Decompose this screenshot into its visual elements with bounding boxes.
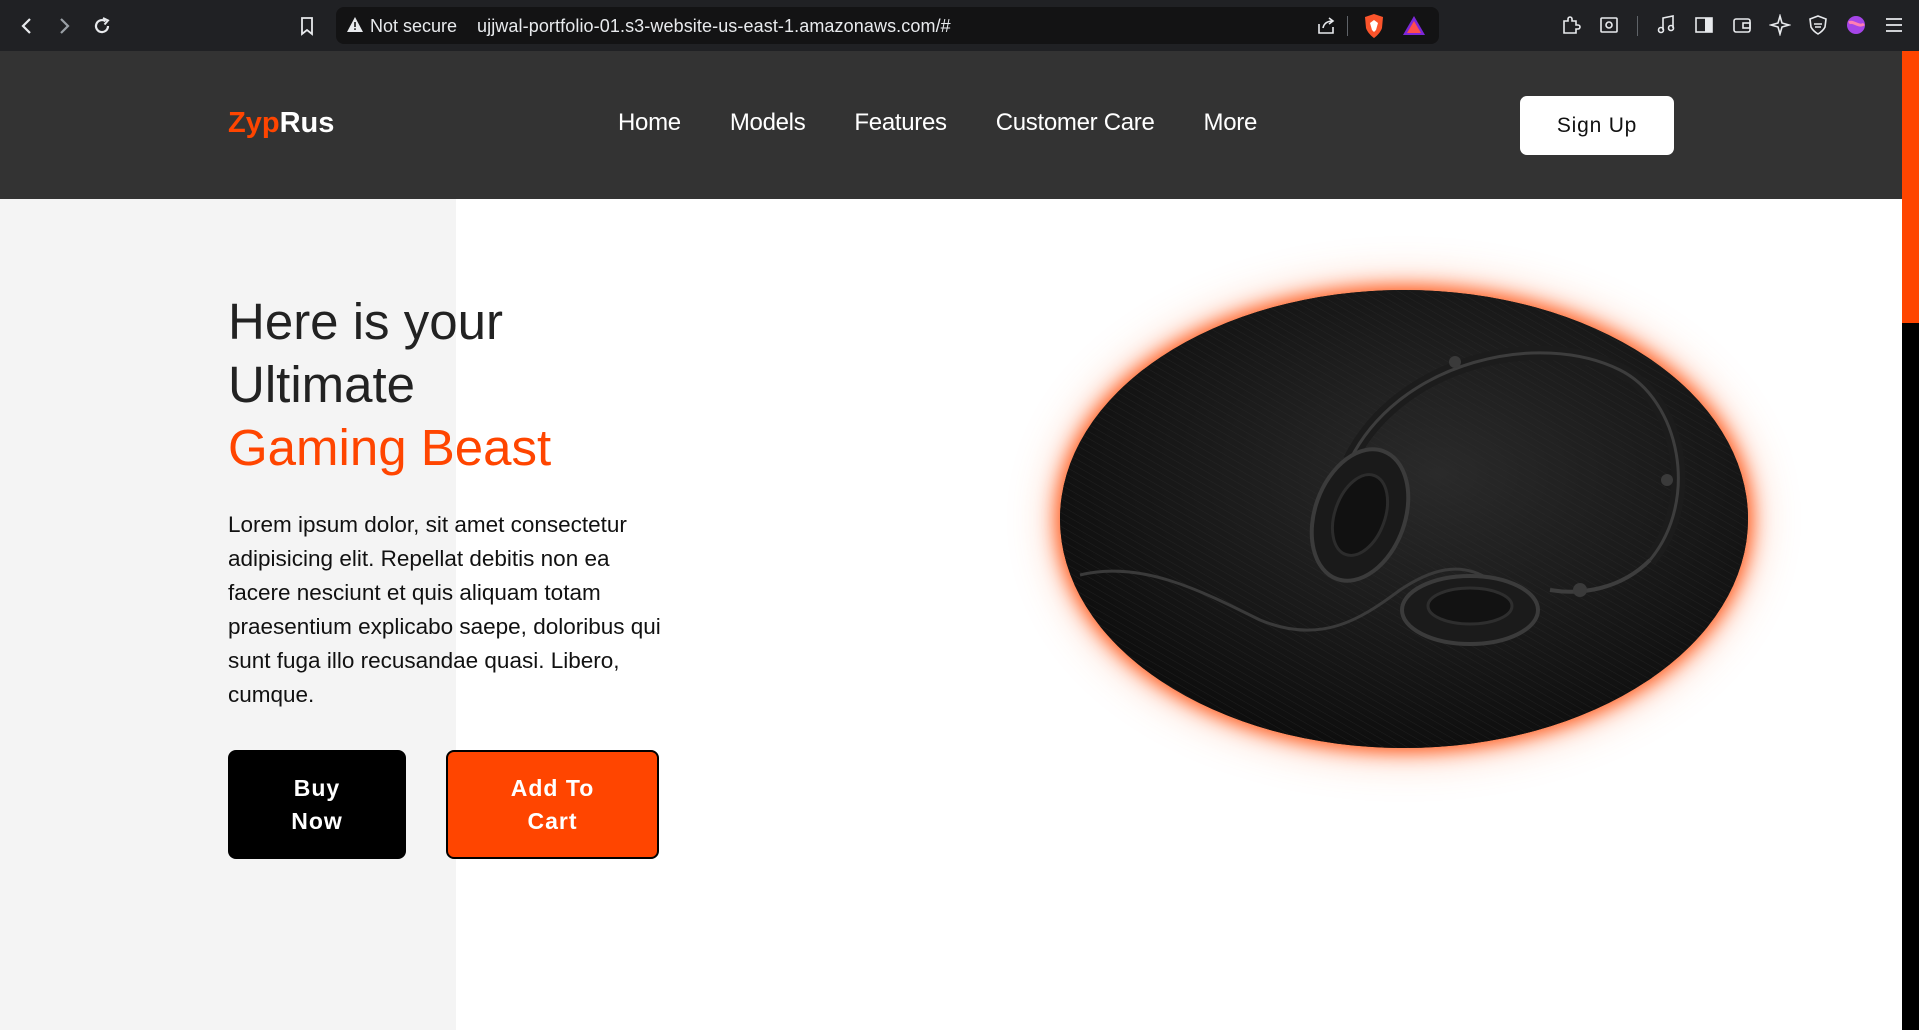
address-bar[interactable]: Not secure ujjwal-portfolio-01.s3-websit… (336, 7, 1439, 44)
headphones-image (1060, 290, 1748, 748)
brave-shields-icon[interactable] (1362, 13, 1386, 39)
vpn-icon[interactable] (1806, 13, 1830, 37)
sidebar-icon[interactable] (1692, 13, 1716, 37)
divider (1347, 16, 1348, 36)
profile-icon[interactable] (1844, 13, 1868, 37)
brave-rewards-icon[interactable] (1402, 14, 1426, 38)
wallet-icon[interactable] (1730, 13, 1754, 37)
scrollbar-thumb[interactable] (1902, 51, 1919, 323)
nav-customer-care[interactable]: Customer Care (996, 109, 1155, 137)
divider (1637, 16, 1638, 36)
add-to-cart-label-line2: Cart (527, 807, 578, 834)
hero-title-line2: Ultimate (228, 356, 416, 413)
hero-title-accent: Gaming Beast (228, 419, 552, 476)
security-label[interactable]: Not secure (370, 16, 457, 37)
page-scrollbar[interactable] (1902, 51, 1919, 1030)
nav-models[interactable]: Models (730, 109, 806, 137)
bookmark-icon[interactable] (292, 11, 322, 41)
headphones-icon (1060, 290, 1748, 748)
reload-icon[interactable] (87, 11, 117, 41)
extensions-icon[interactable] (1559, 13, 1583, 37)
add-to-cart-button[interactable]: Add To Cart (446, 750, 659, 859)
share-icon[interactable] (1315, 15, 1337, 37)
screenshot-icon[interactable] (1597, 13, 1621, 37)
logo-rest: Rus (279, 107, 335, 139)
menu-icon[interactable] (1882, 13, 1906, 37)
forward-icon[interactable] (49, 11, 79, 41)
site-header: ZypRus Home Models Features Customer Car… (0, 51, 1902, 199)
hero-title: Here is your Ultimate Gaming Beast (228, 290, 551, 479)
url-text[interactable]: ujjwal-portfolio-01.s3-website-us-east-1… (477, 16, 951, 37)
buy-now-button[interactable]: Buy Now (228, 750, 406, 859)
logo[interactable]: ZypRus (228, 107, 334, 140)
sign-up-button[interactable]: Sign Up (1520, 96, 1674, 155)
buy-now-label-line1: Buy (293, 774, 341, 801)
add-to-cart-label-line1: Add To (510, 774, 595, 801)
leo-ai-icon[interactable] (1768, 13, 1792, 37)
main-nav: Home Models Features Customer Care More (618, 109, 1306, 137)
nav-features[interactable]: Features (854, 109, 947, 137)
browser-toolbar: Not secure ujjwal-portfolio-01.s3-websit… (0, 0, 1919, 51)
nav-home[interactable]: Home (618, 109, 681, 137)
hero-title-line1: Here is your (228, 293, 503, 350)
buy-now-label-line2: Now (291, 807, 343, 834)
music-icon[interactable] (1654, 13, 1678, 37)
warning-icon[interactable] (346, 16, 364, 34)
hero-description: Lorem ipsum dolor, sit amet consectetur … (228, 512, 661, 707)
logo-accent: Zyp (228, 107, 280, 139)
back-icon[interactable] (12, 11, 42, 41)
nav-more[interactable]: More (1204, 109, 1258, 137)
